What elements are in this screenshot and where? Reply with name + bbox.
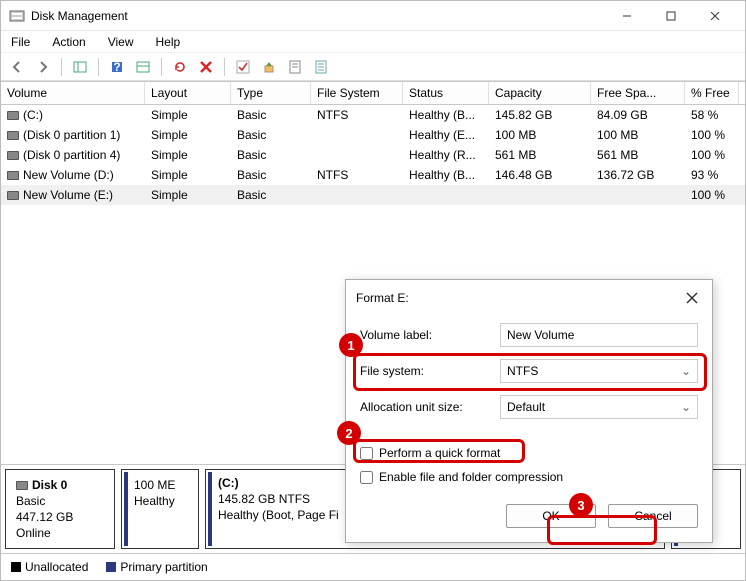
file-system-label: File system:	[360, 364, 500, 378]
col-filesystem[interactable]: File System	[311, 82, 403, 104]
partition-box[interactable]: 100 ME Healthy	[121, 469, 199, 549]
col-type[interactable]: Type	[231, 82, 311, 104]
volume-list-header: Volume Layout Type File System Status Ca…	[1, 81, 745, 105]
window-title: Disk Management	[31, 9, 128, 23]
volume-icon	[7, 111, 19, 120]
volume-label-input[interactable]: New Volume	[500, 323, 698, 347]
close-button[interactable]	[693, 1, 737, 31]
forward-icon[interactable]	[33, 57, 53, 77]
disk-state: Online	[16, 526, 104, 540]
col-free[interactable]: Free Spa...	[591, 82, 685, 104]
col-layout[interactable]: Layout	[145, 82, 231, 104]
table-row[interactable]: New Volume (D:) Simple Basic NTFS Health…	[1, 165, 745, 185]
menu-file[interactable]: File	[7, 33, 34, 51]
delete-icon[interactable]	[196, 57, 216, 77]
col-capacity[interactable]: Capacity	[489, 82, 591, 104]
titlebar: Disk Management	[1, 1, 745, 31]
col-pfree[interactable]: % Free	[685, 82, 739, 104]
format-dialog: Format E: Volume label: New Volume File …	[345, 279, 713, 543]
disk-info-panel[interactable]: Disk 0 Basic 447.12 GB Online	[5, 469, 115, 549]
table-row[interactable]: (Disk 0 partition 1) Simple Basic Health…	[1, 125, 745, 145]
volume-icon	[7, 171, 19, 180]
volume-list: (C:) Simple Basic NTFS Healthy (B... 145…	[1, 105, 745, 205]
refresh-icon[interactable]	[170, 57, 190, 77]
chevron-down-icon: ⌄	[681, 400, 691, 414]
volume-icon	[7, 151, 19, 160]
quick-format-checkbox[interactable]: Perform a quick format	[360, 446, 698, 460]
volume-icon	[7, 131, 19, 140]
ok-button[interactable]: OK	[506, 504, 596, 528]
allocation-unit-select[interactable]: Default⌄	[500, 395, 698, 419]
show-hide-tree-icon[interactable]	[70, 57, 90, 77]
properties-check-icon[interactable]	[233, 57, 253, 77]
toolbar: ?	[1, 53, 745, 81]
menu-help[interactable]: Help	[152, 33, 185, 51]
allocation-unit-label: Allocation unit size:	[360, 400, 500, 414]
help-icon[interactable]: ?	[107, 57, 127, 77]
chevron-down-icon: ⌄	[681, 364, 691, 378]
disk-drive-icon: Disk 0	[16, 478, 104, 492]
table-view-icon[interactable]	[133, 57, 153, 77]
volume-label-label: Volume label:	[360, 328, 500, 342]
file-system-select[interactable]: NTFS⌄	[500, 359, 698, 383]
menubar: File Action View Help	[1, 31, 745, 53]
menu-view[interactable]: View	[104, 33, 138, 51]
legend: Unallocated Primary partition	[1, 553, 745, 580]
minimize-button[interactable]	[605, 1, 649, 31]
table-row[interactable]: (Disk 0 partition 4) Simple Basic Health…	[1, 145, 745, 165]
settings-sheet-icon[interactable]	[285, 57, 305, 77]
maximize-button[interactable]	[649, 1, 693, 31]
dialog-close-button[interactable]	[682, 288, 702, 308]
up-arrow-icon[interactable]	[259, 57, 279, 77]
swatch-primary	[106, 562, 116, 572]
volume-icon	[7, 191, 19, 200]
menu-action[interactable]: Action	[48, 33, 89, 51]
list-sheet-icon[interactable]	[311, 57, 331, 77]
col-status[interactable]: Status	[403, 82, 489, 104]
table-row[interactable]: New Volume (E:) Simple Basic 100 %	[1, 185, 745, 205]
disk-size: 447.12 GB	[16, 510, 104, 524]
back-icon[interactable]	[7, 57, 27, 77]
cancel-button[interactable]: Cancel	[608, 504, 698, 528]
compression-checkbox[interactable]: Enable file and folder compression	[360, 470, 698, 484]
svg-text:?: ?	[113, 60, 120, 74]
disk-mgmt-icon	[9, 8, 25, 24]
table-row[interactable]: (C:) Simple Basic NTFS Healthy (B... 145…	[1, 105, 745, 125]
disk-type: Basic	[16, 494, 104, 508]
swatch-unallocated	[11, 562, 21, 572]
col-volume[interactable]: Volume	[1, 82, 145, 104]
dialog-title: Format E:	[356, 291, 682, 305]
